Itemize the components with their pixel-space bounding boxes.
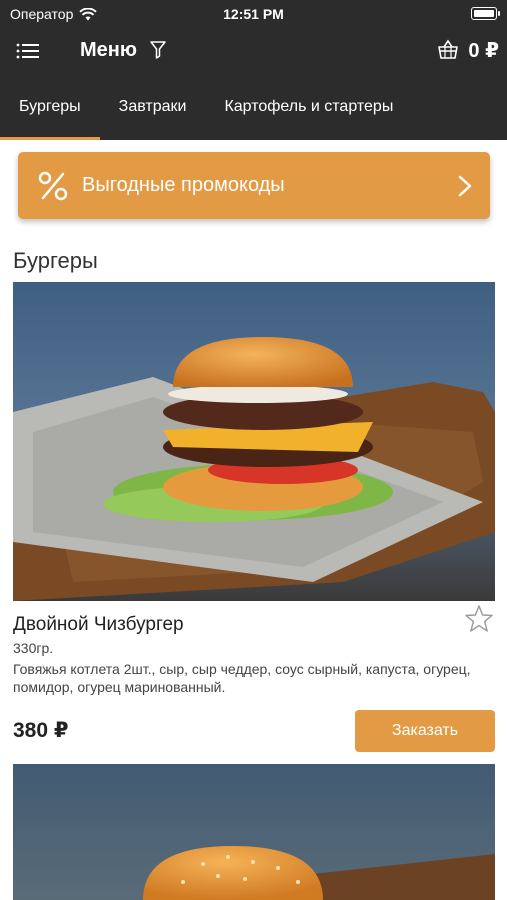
battery-fill — [473, 9, 494, 17]
cart-total[interactable]: 0 ₽ — [468, 38, 499, 63]
burger-photo — [13, 764, 495, 900]
promo-codes-button[interactable]: Выгодные промокоды — [18, 152, 490, 219]
star-favorite-icon[interactable] — [464, 604, 494, 634]
page-title: Меню — [80, 39, 137, 61]
menu-list-icon[interactable] — [16, 41, 40, 61]
product-price: 380 ₽ — [13, 719, 69, 742]
category-tabs: Бургеры Завтраки Картофель и стартеры — [0, 74, 507, 140]
order-button[interactable]: Заказать — [355, 710, 495, 752]
tab-label: Бургеры — [19, 98, 81, 115]
status-time: 12:51 PM — [223, 6, 284, 22]
tab-label: Картофель и стартеры — [224, 98, 394, 115]
status-bar: Оператор 12:51 PM — [0, 0, 507, 28]
tab-fries-starters[interactable]: Картофель и стартеры — [205, 74, 412, 140]
basket-icon[interactable] — [437, 38, 459, 60]
chevron-right-icon — [458, 175, 472, 196]
product-description: Говяжья котлета 2шт., сыр, сыр чеддер, с… — [13, 661, 471, 695]
filter-icon[interactable] — [150, 41, 166, 59]
tab-burgers[interactable]: Бургеры — [0, 74, 100, 140]
tab-breakfasts[interactable]: Завтраки — [100, 74, 206, 140]
burger-photo — [13, 282, 495, 601]
battery-icon — [471, 7, 500, 20]
product-name: Двойной Чизбургер — [13, 614, 184, 635]
tab-label: Завтраки — [118, 98, 187, 115]
promo-label: Выгодные промокоды — [82, 174, 285, 196]
product-weight: 330гр. — [13, 640, 54, 656]
percent-icon — [38, 171, 68, 200]
product-image[interactable] — [13, 764, 495, 900]
section-title: Бургеры — [13, 248, 98, 273]
product-image[interactable] — [13, 282, 495, 601]
nav-bar: Меню 0 ₽ — [0, 28, 507, 74]
